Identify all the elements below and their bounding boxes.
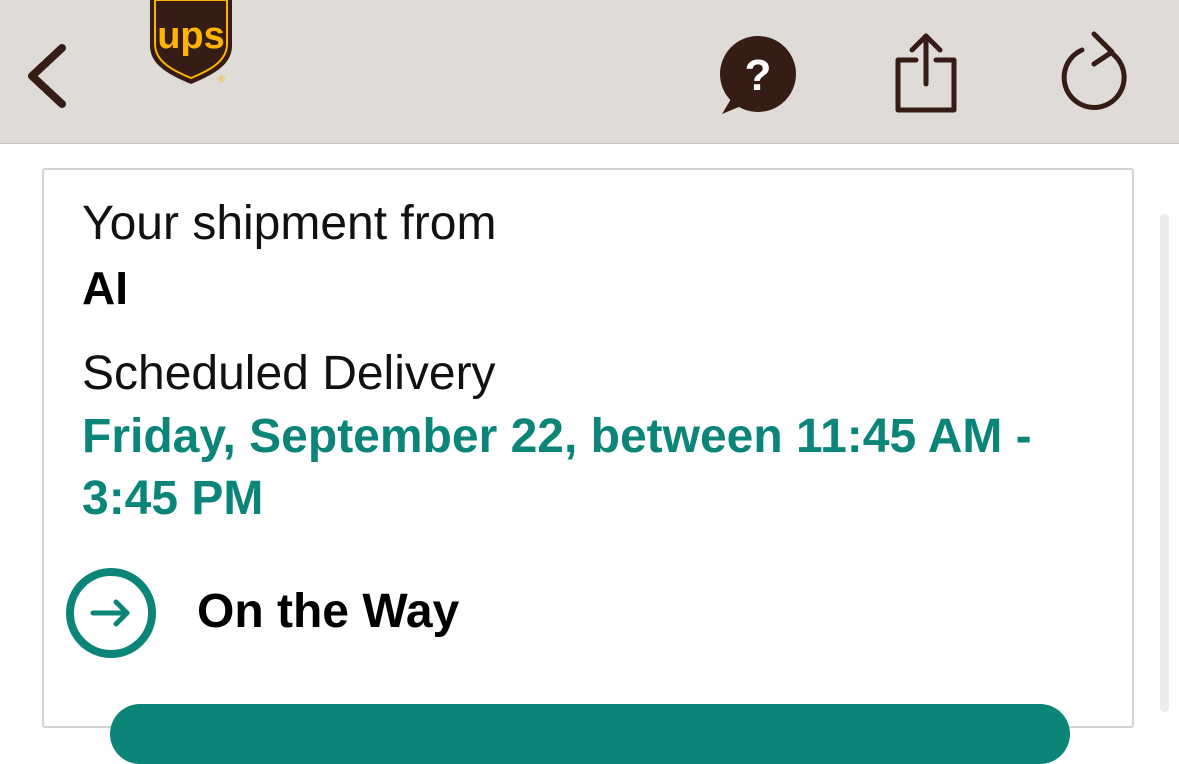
scheduled-delivery-window: Friday, September 22, between 11:45 AM -… bbox=[82, 410, 1032, 525]
ups-logo: ups ® bbox=[146, 0, 236, 86]
refresh-button[interactable] bbox=[1054, 30, 1134, 114]
shipment-sender: AI bbox=[82, 262, 128, 314]
svg-text:®: ® bbox=[218, 74, 225, 84]
svg-text:ups: ups bbox=[157, 15, 225, 57]
back-button[interactable] bbox=[18, 38, 78, 114]
share-icon bbox=[895, 33, 957, 113]
arrow-right-circle-icon bbox=[65, 567, 157, 659]
shipment-from-label: Your shipment from bbox=[82, 197, 497, 250]
scrollbar[interactable] bbox=[1160, 214, 1169, 712]
help-button[interactable]: ? bbox=[716, 36, 798, 116]
svg-text:?: ? bbox=[745, 51, 772, 100]
question-bubble-icon: ? bbox=[720, 36, 796, 114]
shipment-status: On the Way bbox=[197, 585, 460, 638]
tracking-action-button[interactable] bbox=[110, 704, 1070, 764]
share-button[interactable] bbox=[886, 30, 966, 116]
scheduled-delivery-label: Scheduled Delivery bbox=[82, 347, 496, 400]
top-navigation-bar: ups ® ? bbox=[0, 0, 1179, 144]
chevron-left-icon bbox=[28, 44, 66, 108]
refresh-icon bbox=[1061, 31, 1127, 110]
